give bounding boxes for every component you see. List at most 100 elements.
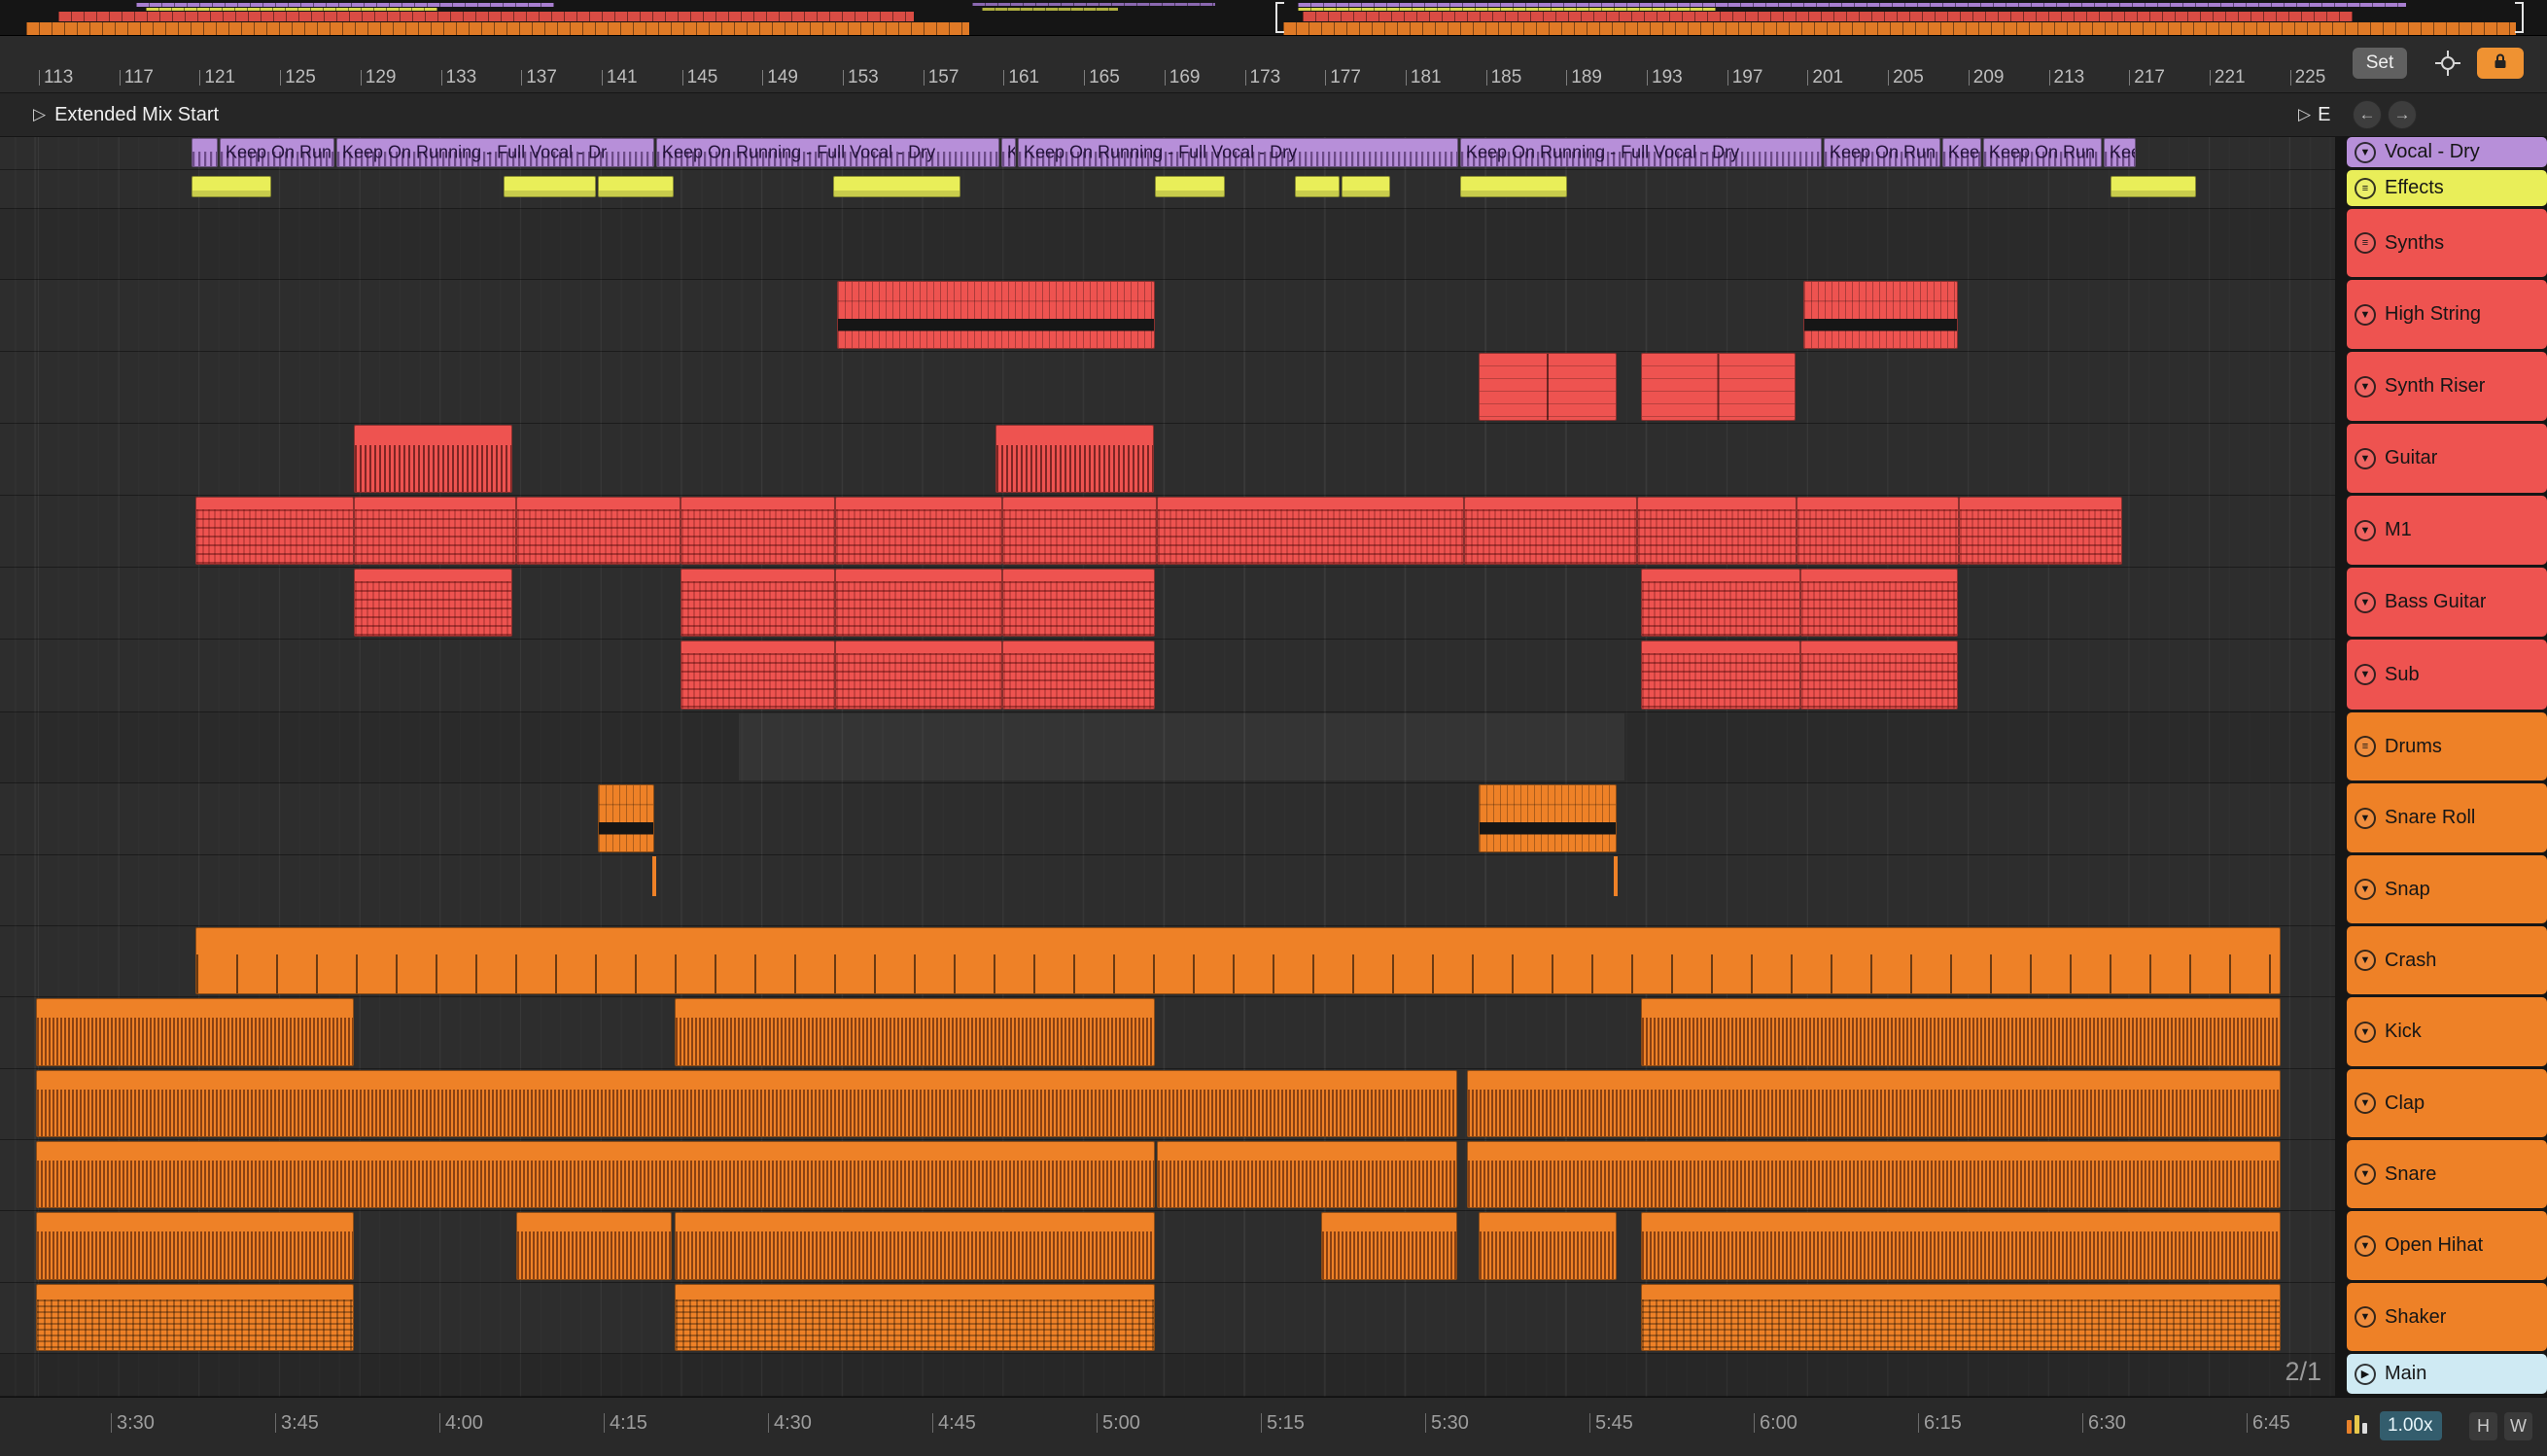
clip-effects[interactable] [1295, 176, 1340, 197]
clip-bass-guitar[interactable] [354, 569, 512, 637]
clip-effects[interactable] [1155, 176, 1225, 197]
locator-marker-right[interactable]: ▷ E [2298, 93, 2337, 136]
overview-view-bracket[interactable] [1275, 2, 2524, 33]
track-header-bass-guitar[interactable]: ▼ Bass Guitar [2347, 568, 2547, 637]
clip-vocal-dry[interactable]: Kee [1942, 138, 1981, 167]
lock-button[interactable] [2477, 48, 2524, 79]
clip-m1[interactable] [1797, 497, 1959, 565]
clip-m1[interactable] [1464, 497, 1637, 565]
clip-effects[interactable] [2111, 176, 2196, 197]
fold-icon[interactable]: ▼ [2355, 1163, 2376, 1185]
fold-icon[interactable]: ▼ [2355, 1306, 2376, 1328]
fold-icon[interactable]: ▼ [2355, 1234, 2376, 1257]
clip-open-hihat[interactable] [36, 1212, 354, 1280]
clip-vocal-dry[interactable]: Kee [2104, 138, 2136, 167]
clip-effects[interactable] [1460, 176, 1567, 197]
fold-icon[interactable]: ▼ [2355, 591, 2376, 613]
clip-effects[interactable] [192, 176, 271, 197]
fold-icon[interactable]: ▼ [2355, 519, 2376, 541]
fold-icon[interactable]: ▼ [2355, 807, 2376, 829]
clip-high-string[interactable] [1803, 281, 1958, 349]
arrangement-lanes[interactable]: 2/1 Keep On Run Keep On Running - Full Vo… [0, 137, 2335, 1397]
track-header-m1[interactable]: ▼ M1 [2347, 496, 2547, 565]
clip-kick[interactable] [36, 998, 354, 1066]
track-lane-m1[interactable] [0, 496, 2335, 568]
clip-vocal-dry[interactable]: K [1001, 138, 1016, 167]
track-lane-crash[interactable] [0, 926, 2335, 997]
track-lane-drums[interactable] [0, 712, 2335, 783]
track-lane-snare-roll[interactable] [0, 783, 2335, 855]
clip-snare-roll[interactable] [1479, 784, 1617, 852]
track-lane-bass-guitar[interactable] [0, 568, 2335, 640]
locator-marker[interactable]: ▷ Extended Mix Start [33, 93, 219, 136]
time-ruler[interactable]: 3:30 3:45 4:00 4:15 4:30 4:45 5:00 5:15 5:30 5:45… [0, 1398, 2335, 1456]
track-header-kick[interactable]: ▼ Kick [2347, 997, 2547, 1066]
track-lane-open-hihat[interactable] [0, 1211, 2335, 1283]
track-lane-effects[interactable] [0, 170, 2335, 209]
clip-shaker[interactable] [675, 1284, 1155, 1351]
clip-snare[interactable] [36, 1141, 1155, 1208]
clip-sub[interactable] [680, 641, 835, 710]
clip-clap[interactable] [1467, 1070, 2281, 1137]
clip-guitar[interactable] [995, 425, 1154, 493]
zoom-width-button[interactable]: W [2504, 1412, 2532, 1440]
clip-vocal-dry[interactable] [192, 138, 218, 167]
clip-vocal-dry[interactable]: Keep On Run [1983, 138, 2102, 167]
clip-crash[interactable] [195, 927, 2281, 994]
track-header-vocal-dry[interactable]: ▼ Vocal - Dry [2347, 137, 2547, 167]
track-header-guitar[interactable]: ▼ Guitar [2347, 424, 2547, 493]
clip-m1[interactable] [835, 497, 1002, 565]
playback-speed-control[interactable]: 1.00x [2380, 1411, 2443, 1440]
track-lane-sub[interactable] [0, 640, 2335, 712]
set-button[interactable]: Set [2353, 48, 2407, 79]
fold-icon[interactable]: ▼ [2355, 879, 2376, 900]
clip-bass-guitar[interactable] [1002, 569, 1155, 637]
fold-icon[interactable]: ▼ [2355, 303, 2376, 326]
fold-icon[interactable]: ▼ [2355, 664, 2376, 685]
clip-snap[interactable] [652, 856, 656, 896]
clip-vocal-dry[interactable]: Keep On Running - Full Vocal - Dry [1460, 138, 1822, 167]
clip-clap[interactable] [36, 1070, 1457, 1137]
clip-m1[interactable] [1002, 497, 1157, 565]
track-header-open-hihat[interactable]: ▼ Open Hihat [2347, 1211, 2547, 1280]
clip-snap[interactable] [1614, 856, 1618, 896]
fold-icon[interactable]: ▼ [2355, 1092, 2376, 1114]
track-header-shaker[interactable]: ▼ Shaker [2347, 1283, 2547, 1351]
mixer-icon[interactable] [2345, 1413, 2370, 1441]
clip-m1[interactable] [516, 497, 680, 565]
clip-sub[interactable] [1002, 641, 1155, 710]
track-header-clap[interactable]: ▼ Clap [2347, 1069, 2547, 1137]
fold-icon[interactable]: ▼ [2355, 141, 2376, 163]
clip-sub[interactable] [835, 641, 1002, 710]
track-header-high-string[interactable]: ▼ High String [2347, 280, 2547, 349]
clip-effects[interactable] [833, 176, 960, 197]
track-header-synths[interactable]: ≡ Synths [2347, 209, 2547, 277]
clip-open-hihat[interactable] [675, 1212, 1155, 1280]
clip-bass-guitar[interactable] [1641, 569, 1800, 637]
clip-open-hihat[interactable] [1321, 1212, 1457, 1280]
clip-vocal-dry[interactable]: Keep On Running - Full Vocal - Dry [656, 138, 999, 167]
track-header-effects[interactable]: ≡ Effects [2347, 170, 2547, 206]
bar-ruler[interactable]: 113 117 121 125 129 133 137 141 145 149 153 157 161 1… [0, 36, 2547, 93]
clip-kick[interactable] [675, 998, 1155, 1066]
overview-strip[interactable] [0, 0, 2547, 36]
clip-guitar[interactable] [354, 425, 512, 493]
clip-snare[interactable] [1157, 1141, 1457, 1208]
zoom-height-button[interactable]: H [2469, 1412, 2497, 1440]
fold-icon[interactable]: ▼ [2355, 950, 2376, 971]
clip-drums[interactable] [739, 713, 1624, 780]
clip-effects[interactable] [1342, 176, 1390, 197]
clip-sub[interactable] [1641, 641, 1800, 710]
track-lane-vocal-dry[interactable]: Keep On Run Keep On Running - Full Vocal … [0, 137, 2335, 170]
fold-icon[interactable]: ▼ [2355, 447, 2376, 469]
group-icon[interactable]: ≡ [2355, 232, 2376, 254]
clip-shaker[interactable] [1641, 1284, 2281, 1351]
clip-m1[interactable] [1959, 497, 2122, 565]
track-lane-main[interactable] [0, 1354, 2335, 1397]
track-lane-shaker[interactable] [0, 1283, 2335, 1354]
track-lane-snare[interactable] [0, 1140, 2335, 1211]
track-header-synth-riser[interactable]: ▼ Synth Riser [2347, 352, 2547, 421]
clip-bass-guitar[interactable] [835, 569, 1002, 637]
clip-vocal-dry[interactable]: Keep On Run [1824, 138, 1940, 167]
track-header-main[interactable]: ▶ Main [2347, 1354, 2547, 1394]
